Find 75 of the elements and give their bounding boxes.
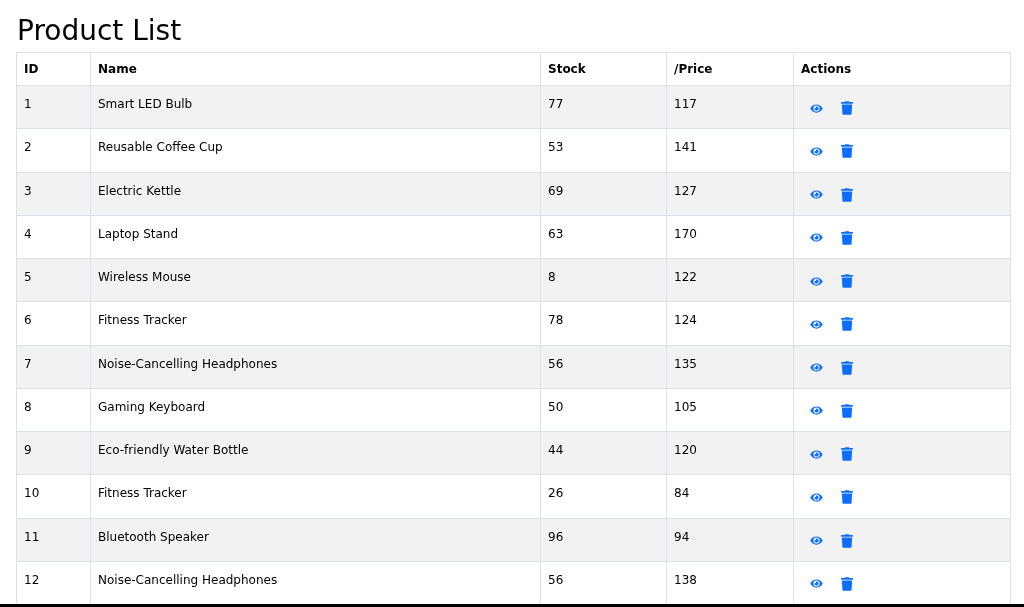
view-icon[interactable]: [810, 405, 823, 417]
table-cell: Reusable Coffee Cup: [90, 128, 541, 172]
table-cell: 11: [16, 518, 91, 562]
table-cell: Electric Kettle: [90, 172, 541, 216]
table-cell: 77: [540, 85, 667, 129]
trash-icon[interactable]: [841, 360, 853, 375]
trash-icon[interactable]: [841, 274, 853, 288]
column-header: Stock: [540, 52, 667, 86]
trash-icon[interactable]: [841, 317, 853, 332]
column-header: /Price: [666, 52, 794, 86]
table-cell: Eco-friendly Water Bottle: [90, 431, 541, 475]
table-cell: 135: [666, 345, 794, 389]
page-title: Product List: [17, 17, 182, 45]
view-icon[interactable]: [810, 535, 823, 546]
view-icon[interactable]: [810, 362, 823, 373]
trash-icon[interactable]: [841, 533, 853, 548]
table-cell: 141: [666, 128, 794, 172]
table-cell: 9: [16, 431, 91, 475]
table-cell: 94: [666, 518, 794, 562]
table-cell: 7: [16, 345, 91, 389]
table-cell: 12: [16, 561, 91, 604]
table-cell: 117: [666, 85, 794, 129]
table-cell: Fitness Tracker: [90, 301, 541, 345]
table-cell: 50: [540, 388, 667, 432]
trash-icon[interactable]: [841, 490, 853, 505]
table-cell: Bluetooth Speaker: [90, 518, 541, 562]
table-cell: 120: [666, 431, 794, 475]
table-cell: 1: [16, 85, 91, 129]
view-icon[interactable]: [810, 318, 823, 330]
table-cell: 170: [666, 215, 794, 259]
table-cell: 124: [666, 301, 794, 345]
trash-icon[interactable]: [841, 187, 853, 202]
table-cell: Wireless Mouse: [90, 258, 541, 302]
view-icon[interactable]: [810, 578, 823, 590]
view-icon[interactable]: [810, 145, 823, 157]
table-cell: 84: [666, 474, 794, 518]
column-header: Actions: [793, 52, 1011, 86]
view-icon[interactable]: [810, 275, 823, 287]
trash-icon[interactable]: [841, 403, 853, 418]
table-cell: 4: [16, 215, 91, 259]
table-cell: 53: [540, 128, 667, 172]
trash-icon[interactable]: [841, 447, 853, 461]
table-cell: 78: [540, 301, 667, 345]
table-cell: 105: [666, 388, 794, 432]
table-cell: 56: [540, 345, 667, 389]
table-cell: 8: [16, 388, 91, 432]
table-cell: 10: [16, 474, 91, 518]
table-cell: 8: [540, 258, 667, 302]
table-cell: 6: [16, 301, 91, 345]
table-cell: 5: [16, 258, 91, 302]
trash-icon[interactable]: [841, 144, 853, 159]
table-cell: 2: [16, 128, 91, 172]
column-header: ID: [16, 52, 91, 86]
table-cell: 44: [540, 431, 667, 475]
trash-icon[interactable]: [841, 230, 853, 245]
table-cell: 26: [540, 474, 667, 518]
table-cell: Fitness Tracker: [90, 474, 541, 518]
table-cell: Smart LED Bulb: [90, 85, 541, 129]
table-cell: 122: [666, 258, 794, 302]
view-icon[interactable]: [810, 102, 823, 114]
trash-icon[interactable]: [841, 576, 853, 591]
table-cell: 3: [16, 172, 91, 216]
view-icon[interactable]: [810, 189, 823, 200]
table-cell: 63: [540, 215, 667, 259]
view-icon[interactable]: [810, 232, 823, 244]
table-cell: Noise-Cancelling Headphones: [90, 345, 541, 389]
table-cell: Laptop Stand: [90, 215, 541, 259]
column-header: Name: [90, 52, 541, 86]
view-icon[interactable]: [810, 448, 823, 460]
table-cell: Gaming Keyboard: [90, 388, 541, 432]
view-icon[interactable]: [810, 491, 823, 503]
table-cell: 69: [540, 172, 667, 216]
table-cell: 96: [540, 518, 667, 562]
table-cell: 127: [666, 172, 794, 216]
trash-icon[interactable]: [841, 101, 853, 115]
